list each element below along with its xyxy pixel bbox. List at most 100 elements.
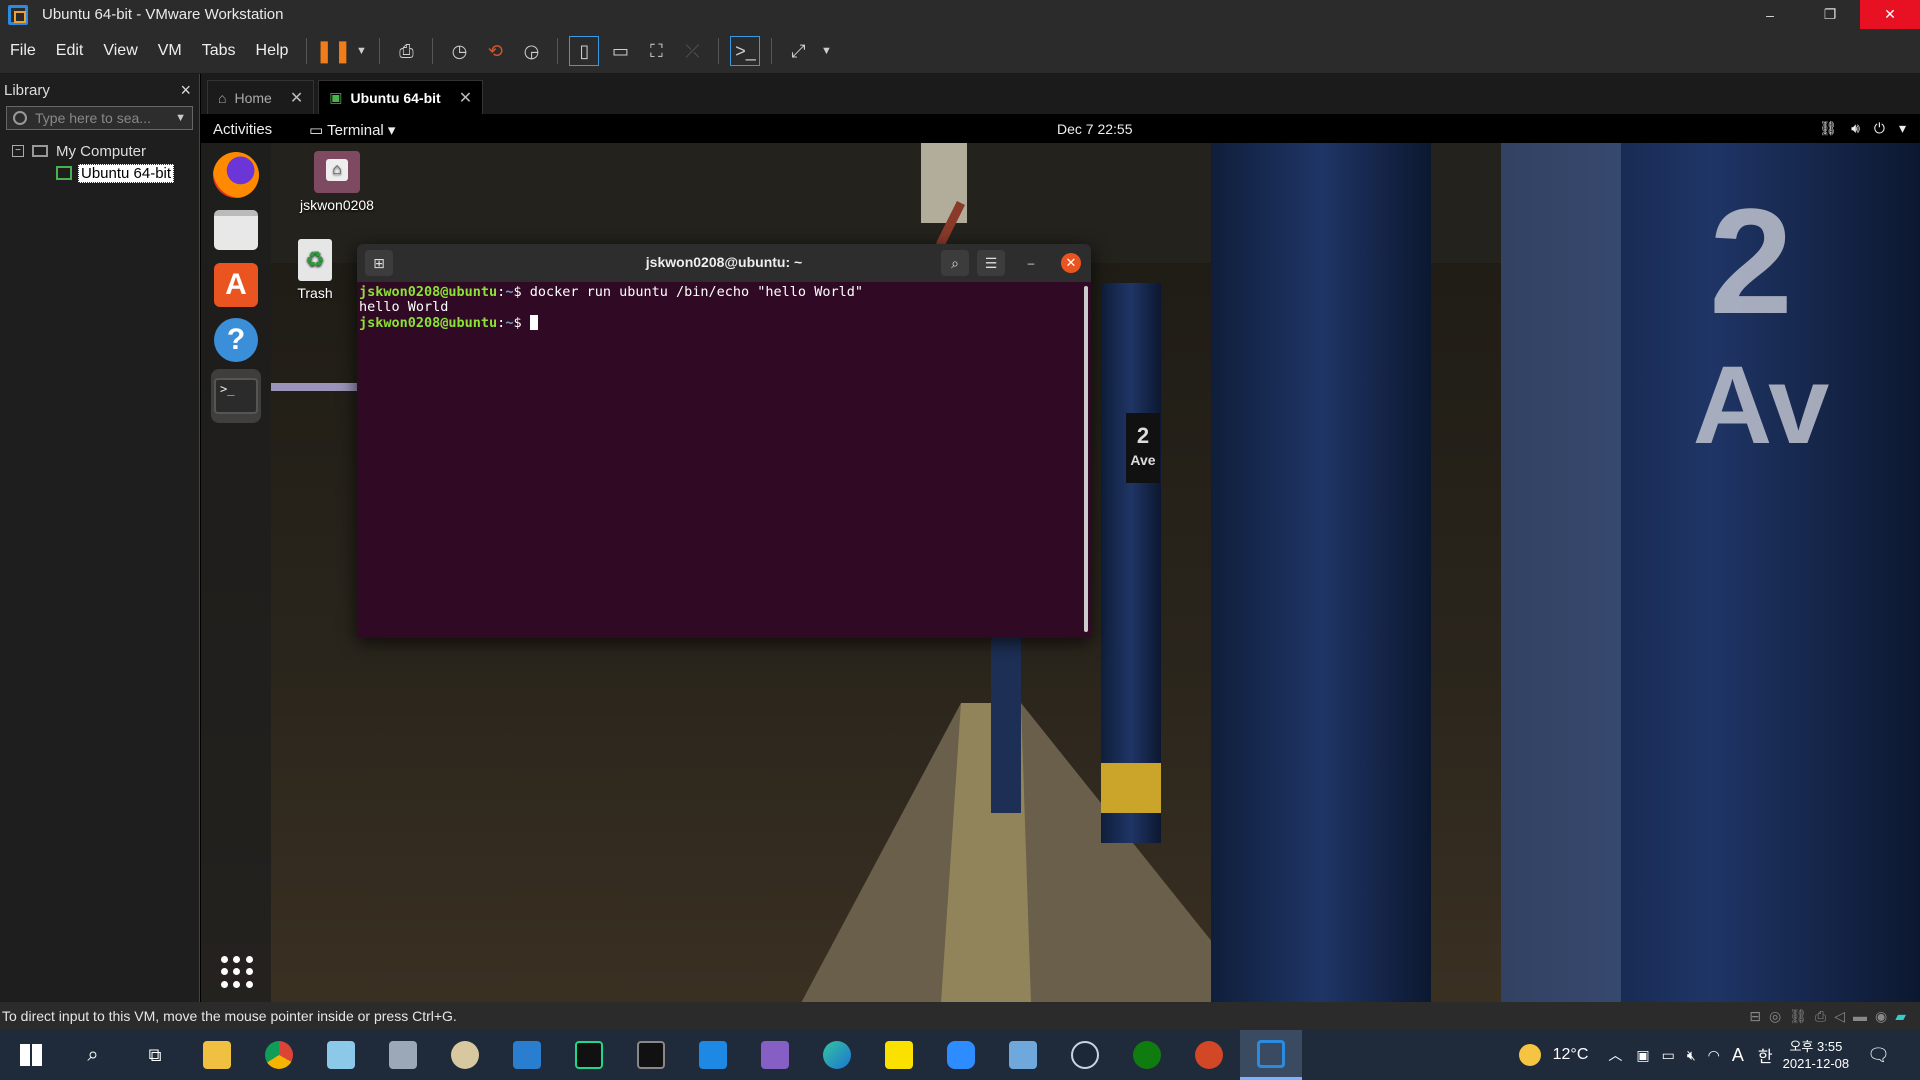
menu-view[interactable]: View bbox=[93, 42, 147, 60]
taskbar-app[interactable] bbox=[1054, 1030, 1116, 1080]
dock-software[interactable]: A bbox=[211, 260, 261, 310]
snapshot-icon[interactable]: ◷ bbox=[444, 36, 474, 66]
terminal-output[interactable]: jskwon0208@ubuntu:~$ docker run ubuntu /… bbox=[357, 282, 1091, 334]
taskbar-app[interactable] bbox=[930, 1030, 992, 1080]
close-tab-icon[interactable]: ✕ bbox=[459, 88, 472, 108]
minimize-icon[interactable]: – bbox=[1021, 253, 1041, 273]
taskbar-app-vmware[interactable] bbox=[1240, 1030, 1302, 1080]
hamburger-menu-icon[interactable]: ☰ bbox=[977, 250, 1005, 276]
unity-icon[interactable]: ⤫ bbox=[677, 36, 707, 66]
system-status-menu[interactable]: ⛓ 🔊︎ ⏻ ▾ bbox=[1819, 120, 1906, 137]
minimize-button[interactable]: – bbox=[1740, 0, 1800, 29]
show-library-icon[interactable]: ▯ bbox=[569, 36, 600, 66]
tab-bar: ⌂ Home ✕ ▣ Ubuntu 64-bit ✕ bbox=[201, 74, 1920, 116]
pause-icon[interactable]: ❚❚ bbox=[315, 36, 352, 66]
dock-help[interactable]: ? bbox=[211, 315, 261, 365]
hdd-icon[interactable]: ⊟ bbox=[1749, 1008, 1761, 1025]
stretch-guest-icon[interactable]: ⤢ bbox=[783, 36, 813, 66]
collapse-icon[interactable]: − bbox=[12, 145, 24, 157]
taskbar-app[interactable] bbox=[620, 1030, 682, 1080]
desktop-icon-trash[interactable]: ♻ Trash bbox=[275, 239, 355, 301]
revert-snapshot-icon[interactable]: ⟲ bbox=[480, 36, 510, 66]
close-tab-icon[interactable]: ✕ bbox=[290, 88, 303, 108]
full-screen-icon[interactable]: ⛶ bbox=[641, 36, 671, 66]
stretch-dropdown-icon[interactable]: ▼ bbox=[819, 36, 833, 66]
chevron-down-icon[interactable]: ▼ bbox=[175, 112, 186, 124]
display-icon[interactable]: ◉ bbox=[1875, 1008, 1887, 1025]
taskbar-search[interactable]: ⌕ bbox=[62, 1030, 124, 1080]
pause-dropdown-icon[interactable]: ▼ bbox=[354, 36, 368, 66]
console-view-icon[interactable]: >_ bbox=[730, 36, 761, 66]
activities-button[interactable]: Activities bbox=[213, 121, 272, 138]
taskbar-app[interactable] bbox=[372, 1030, 434, 1080]
weather-icon[interactable] bbox=[1518, 1044, 1541, 1066]
taskbar-app[interactable] bbox=[248, 1030, 310, 1080]
taskbar-app[interactable] bbox=[558, 1030, 620, 1080]
scrollbar[interactable] bbox=[1084, 286, 1088, 632]
terminal-line: jskwon0208@ubuntu:~$ bbox=[359, 315, 1089, 331]
send-ctrl-alt-del-icon[interactable]: ⎙ bbox=[391, 36, 421, 66]
taskbar-app[interactable] bbox=[1178, 1030, 1240, 1080]
cd-icon[interactable]: ◎ bbox=[1769, 1008, 1781, 1025]
thumbnail-bar-icon[interactable]: ▭ bbox=[605, 36, 635, 66]
tree-item-ubuntu[interactable]: Ubuntu 64-bit bbox=[12, 162, 199, 184]
message-icon[interactable]: ▰ bbox=[1895, 1008, 1906, 1025]
temperature[interactable]: 12°C bbox=[1553, 1046, 1589, 1064]
taskbar-app[interactable] bbox=[434, 1030, 496, 1080]
wifi-icon[interactable]: ◠ bbox=[1708, 1047, 1720, 1064]
taskbar-clock[interactable]: 오후 3:55 2021-12-08 bbox=[1783, 1038, 1850, 1072]
taskbar-app[interactable] bbox=[1116, 1030, 1178, 1080]
meet-icon[interactable]: ▣ bbox=[1636, 1047, 1649, 1064]
toolbar-separator bbox=[771, 38, 773, 64]
show-applications-icon[interactable] bbox=[221, 956, 253, 988]
taskbar-app[interactable] bbox=[992, 1030, 1054, 1080]
sound-icon[interactable]: ◁ bbox=[1834, 1008, 1845, 1025]
terminal-headerbar[interactable]: ⊞ jskwon0208@ubuntu: ~ ⌕ ☰ – ▫ ✕ bbox=[357, 244, 1091, 282]
tab-ubuntu[interactable]: ▣ Ubuntu 64-bit ✕ bbox=[318, 80, 484, 114]
taskbar-app[interactable] bbox=[496, 1030, 558, 1080]
close-button[interactable]: ✕ bbox=[1860, 0, 1920, 29]
taskbar-app[interactable] bbox=[310, 1030, 372, 1080]
terminal-window[interactable]: ⊞ jskwon0208@ubuntu: ~ ⌕ ☰ – ▫ ✕ jskwon0… bbox=[357, 244, 1091, 638]
taskbar-app[interactable] bbox=[682, 1030, 744, 1080]
dock-terminal[interactable]: >_ bbox=[211, 369, 261, 423]
usb-icon[interactable]: ▬ bbox=[1853, 1008, 1867, 1025]
ime-indicator[interactable]: A bbox=[1732, 1045, 1744, 1066]
search-icon[interactable]: ⌕ bbox=[941, 250, 969, 276]
notifications-icon[interactable]: 🗨︎ bbox=[1867, 1045, 1890, 1066]
taskbar-app[interactable] bbox=[186, 1030, 248, 1080]
network-adapter-icon[interactable]: ⛓ bbox=[1789, 1008, 1807, 1025]
search-placeholder: Type here to sea... bbox=[35, 110, 151, 126]
menu-vm[interactable]: VM bbox=[148, 42, 192, 60]
pycharm-icon bbox=[575, 1041, 603, 1069]
window-title: Ubuntu 64-bit - VMware Workstation bbox=[42, 6, 284, 23]
ubuntu-desktop[interactable]: 2 Av 2 Ave A ? >_ jskwon0208 ♻ Trash bbox=[201, 143, 1920, 1002]
printer-icon[interactable]: ⎙ bbox=[1815, 1008, 1826, 1025]
dock-firefox[interactable] bbox=[211, 150, 261, 200]
menu-help[interactable]: Help bbox=[246, 42, 299, 60]
battery-icon[interactable]: ▭ bbox=[1662, 1047, 1675, 1064]
library-search-input[interactable]: Type here to sea... ▼ bbox=[6, 106, 193, 130]
task-view[interactable]: ⧉ bbox=[124, 1030, 186, 1080]
menu-tabs[interactable]: Tabs bbox=[192, 42, 246, 60]
close-icon[interactable]: ✕ bbox=[1061, 253, 1081, 273]
taskbar-app[interactable] bbox=[806, 1030, 868, 1080]
desktop-icon-home[interactable]: jskwon0208 bbox=[292, 151, 382, 213]
taskbar-app[interactable] bbox=[744, 1030, 806, 1080]
snapshot-manager-icon[interactable]: ◶ bbox=[516, 36, 546, 66]
app-menu[interactable]: ▭ Terminal ▾ bbox=[309, 121, 395, 139]
ime-hangul[interactable]: 한 bbox=[1758, 1043, 1773, 1067]
start-button[interactable] bbox=[0, 1030, 62, 1080]
taskbar-app[interactable] bbox=[868, 1030, 930, 1080]
menu-file[interactable]: File bbox=[0, 42, 46, 60]
chevron-up-icon[interactable]: ︿ bbox=[1608, 1045, 1622, 1065]
tab-home[interactable]: ⌂ Home ✕ bbox=[207, 80, 315, 114]
mute-icon[interactable]: 🔇︎ bbox=[1687, 1047, 1696, 1064]
dock-files[interactable] bbox=[211, 205, 261, 255]
app-icon bbox=[513, 1041, 541, 1069]
gnome-clock[interactable]: Dec 7 22:55 bbox=[1057, 121, 1133, 137]
library-close-icon[interactable]: × bbox=[180, 80, 191, 101]
tree-item-my-computer[interactable]: − My Computer bbox=[12, 140, 199, 162]
menu-edit[interactable]: Edit bbox=[46, 42, 94, 60]
restore-button[interactable]: ❐ bbox=[1800, 0, 1860, 29]
